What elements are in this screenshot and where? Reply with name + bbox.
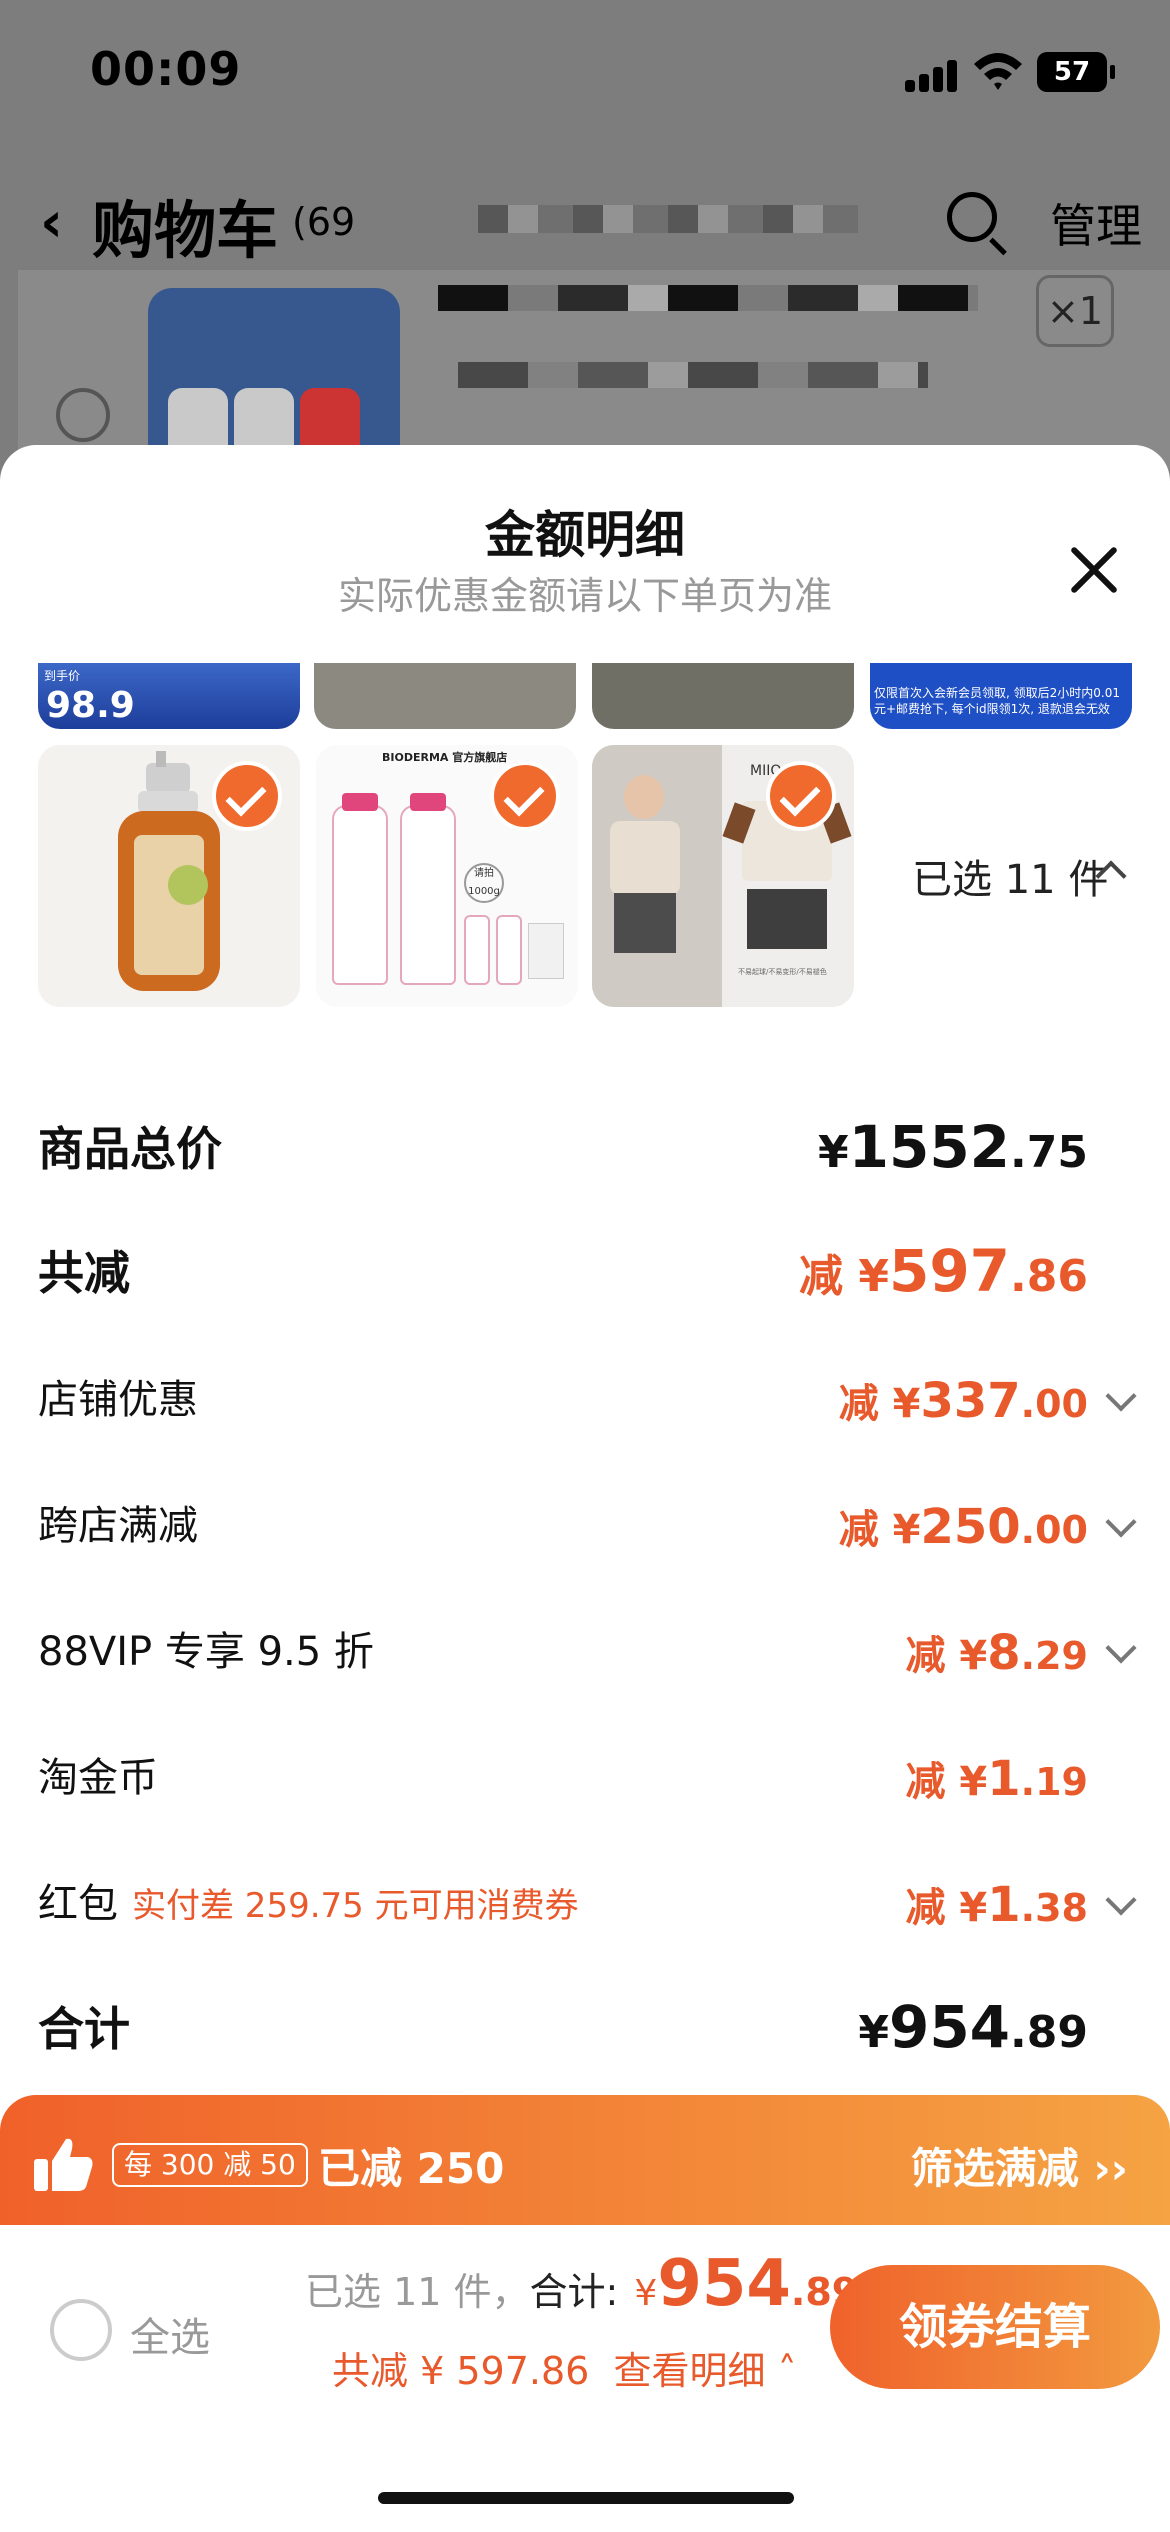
sum-label: 合计 (38, 2002, 130, 2056)
brand-text: BIODERMA 官方旗舰店 (382, 751, 508, 764)
breakdown-row[interactable]: 红包 实付差 259.75 元可用消费券 减 ¥1.38 (0, 1871, 1170, 1961)
sheet-title: 金额明细 (485, 506, 685, 564)
promo-strip-text: 仅限首次入会新会员领取, 领取后2小时内0.01元+邮费抢下, 每个id限领1次… (874, 686, 1120, 716)
item-select-radio[interactable] (56, 388, 110, 442)
select-all-label[interactable]: 全选 (130, 2305, 210, 2363)
checked-icon[interactable] (766, 761, 836, 831)
promo-tag: 每 300 减 50 (112, 2143, 308, 2187)
redacted-text (478, 205, 858, 233)
sum-value: ¥954.89 (858, 1993, 1088, 2061)
redacted-text (458, 362, 928, 388)
cart-header: ‹ 购物车 (69 管理 (0, 150, 1170, 270)
page-title: 购物车 (92, 194, 279, 267)
close-icon[interactable] (1065, 540, 1125, 600)
breakdown-row[interactable]: 店铺优惠 减 ¥337.00 (0, 1367, 1170, 1457)
cart-count: (69 (292, 200, 356, 244)
chevron-down-icon[interactable] (1105, 1506, 1137, 1538)
discount-row: 共减 减 ¥597.86 (0, 1237, 1170, 1327)
discount-value: 减 ¥597.86 (799, 1237, 1088, 1305)
selected-count[interactable]: 已选 11 件 (912, 847, 1108, 905)
footer-saved[interactable]: 共减 ¥ 597.86 查看明细 ˄ (332, 2340, 797, 2395)
wifi-icon (974, 53, 1022, 90)
promo-saved: 已减 250 (318, 2144, 505, 2193)
thumb-partial[interactable] (314, 663, 576, 729)
thumb-bioderma[interactable]: BIODERMA 官方旗舰店 请拍 1000g (316, 745, 578, 1007)
sum-row: 合计 ¥954.89 (0, 1993, 1170, 2083)
breakdown-row[interactable]: 跨店满减 减 ¥250.00 (0, 1493, 1170, 1583)
thumb-price: 98.9 (46, 685, 135, 726)
home-indicator[interactable] (378, 2492, 794, 2504)
price-prefix: 到手价 (44, 669, 81, 683)
filter-discount-link[interactable]: 筛选满减 ›› (911, 2135, 1128, 2196)
checkout-button[interactable]: 领券结算 (830, 2265, 1160, 2389)
search-icon[interactable] (947, 192, 997, 242)
checked-icon[interactable] (490, 761, 560, 831)
footer-total: 已选 11 件，合计: ¥954.89 (305, 2247, 859, 2321)
view-detail-link: 查看明细 ˄ (613, 2349, 797, 2393)
chevron-down-icon[interactable] (1105, 1632, 1137, 1664)
status-bar: 00:09 57 (0, 0, 1170, 150)
red-packet-note: 实付差 259.75 元可用消费券 (132, 1886, 579, 1926)
quantity-badge[interactable]: ×1 (1036, 275, 1114, 347)
caption-text: 不易起球/不易变形/不易褪色 (738, 968, 827, 976)
total-row: 商品总价 ¥1552.75 (0, 1113, 1170, 1203)
battery-icon: 57 (1037, 52, 1115, 92)
promo-bar[interactable]: 每 300 减 50 已减 250 筛选满减 ›› (0, 2095, 1170, 2237)
total-value: ¥1552.75 (817, 1113, 1088, 1181)
back-icon[interactable]: ‹ (40, 190, 63, 255)
total-label: 商品总价 (38, 1122, 222, 1176)
chevron-down-icon[interactable] (1105, 1884, 1137, 1916)
thumbs-up-icon (34, 2138, 93, 2191)
breakdown-row: 淘金币 减 ¥1.19 (38, 1751, 1088, 1807)
select-all-radio[interactable] (50, 2299, 112, 2361)
discount-label: 共减 (38, 1246, 130, 1300)
size-badge: 请拍 1000g (464, 863, 504, 903)
sheet-subtitle: 实际优惠金额请以下单页为准 (337, 574, 832, 618)
signal-icon (905, 58, 961, 92)
status-time: 00:09 (90, 42, 242, 96)
chevron-down-icon[interactable] (1105, 1380, 1137, 1412)
thumb-partial[interactable]: 仅限首次入会新会员领取, 领取后2小时内0.01元+邮费抢下, 每个id限领1次… (870, 663, 1132, 729)
thumb-partial[interactable] (592, 663, 854, 729)
cart-item (18, 270, 1170, 528)
manage-button[interactable]: 管理 (1050, 190, 1142, 256)
checked-icon[interactable] (212, 761, 282, 831)
redacted-text (438, 285, 978, 311)
checkout-footer: 全选 已选 11 件，合计: ¥954.89 共减 ¥ 597.86 查看明细 … (0, 2225, 1170, 2532)
thumb-partial[interactable]: 到手价 98.9 (38, 663, 300, 729)
thumb-tshirt[interactable]: MIIO 不易起球/不易变形/不易褪色 (592, 745, 854, 1007)
breakdown-row[interactable]: 88VIP 专享 9.5 折 减 ¥8.29 (0, 1619, 1170, 1709)
